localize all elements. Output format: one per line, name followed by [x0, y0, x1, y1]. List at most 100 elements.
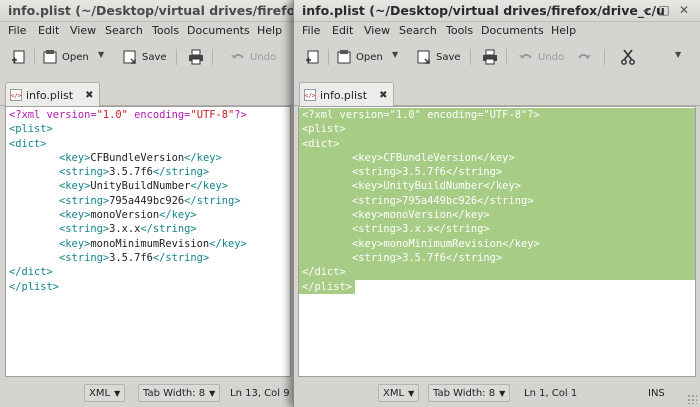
code-line: <dict>	[9, 137, 47, 150]
left-tab-label: info.plist	[26, 88, 74, 102]
left-open-button[interactable]: Open	[42, 48, 89, 66]
left-menubar: File Edit View Search Tools Documents He…	[0, 22, 296, 40]
right-tab-width-selector[interactable]: Tab Width: 8 ▼	[428, 384, 511, 402]
left-menu-search[interactable]: Search	[105, 24, 143, 37]
left-open-dropdown-arrow[interactable]: ▼	[98, 50, 104, 59]
left-titlebar[interactable]: info.plist (~/Desktop/virtual drives/fir…	[0, 0, 296, 22]
right-language-selector[interactable]: XML ▼	[378, 384, 420, 402]
right-save-button[interactable]: Save	[416, 48, 461, 66]
minimize-icon[interactable]: –	[639, 3, 653, 17]
close-tab-icon[interactable]: ✖	[85, 90, 93, 101]
left-undo-label: Undo	[250, 51, 277, 63]
selected-code-line: <plist>	[299, 122, 695, 137]
open-folder-icon	[337, 50, 351, 64]
left-toolbar-separator	[34, 49, 35, 65]
xml-file-icon: </>	[10, 89, 22, 101]
right-save-label: Save	[436, 51, 461, 63]
left-undo-button[interactable]: Undo	[230, 48, 276, 66]
redo-icon	[578, 54, 591, 59]
resize-grip[interactable]	[687, 394, 697, 404]
right-menu-edit[interactable]: Edit	[332, 24, 353, 37]
right-menu-help[interactable]: Help	[551, 24, 576, 37]
right-menu-search[interactable]: Search	[399, 24, 437, 37]
right-statusbar: XML ▼ Tab Width: 8 ▼ Ln 1, Col 1 INS	[294, 379, 700, 407]
left-save-label: Save	[142, 51, 167, 63]
right-print-button[interactable]	[482, 48, 498, 66]
code-line: <key>monoMinimumRevision</key>	[59, 237, 247, 250]
right-new-button[interactable]	[305, 48, 321, 66]
left-menu-help[interactable]: Help	[257, 24, 282, 37]
selected-code-line: <string>3.5.7f6</string>	[299, 250, 695, 266]
left-toolbar-separator	[212, 49, 213, 65]
right-open-dropdown-arrow[interactable]: ▼	[392, 50, 398, 59]
chevron-down-icon: ▼	[209, 388, 216, 398]
selected-code-line: <key>UnityBuildNumber</key>	[299, 179, 695, 194]
left-print-button[interactable]	[188, 48, 204, 66]
left-tabbar: </> info.plist ✖	[0, 76, 296, 107]
left-menu-documents[interactable]: Documents	[187, 24, 250, 37]
right-menubar: File Edit View Search Tools Documents He…	[294, 22, 700, 40]
maximize-icon[interactable]: □	[657, 3, 671, 17]
right-toolbar-separator	[506, 49, 507, 65]
left-window-title: info.plist (~/Desktop/virtual drives/fir…	[8, 3, 296, 18]
right-undo-button[interactable]: Undo	[518, 48, 564, 66]
left-document-tab[interactable]: </> info.plist ✖	[5, 82, 101, 107]
right-toolbar-overflow-arrow[interactable]: ▼	[675, 50, 681, 59]
left-menu-edit[interactable]: Edit	[38, 24, 59, 37]
new-document-icon	[12, 50, 25, 64]
save-icon	[123, 50, 136, 64]
right-toolbar: Open ▼ Save Undo ▼	[294, 40, 700, 76]
selected-code-line: <dict>	[299, 136, 695, 151]
selected-code-line: <?xml version="1.0" encoding="UTF-8"?>	[299, 108, 695, 123]
code-line: </plist>	[9, 280, 60, 293]
close-icon[interactable]: ✕	[677, 3, 691, 17]
left-tab-width-selector[interactable]: Tab Width: 8 ▼	[138, 384, 221, 402]
left-menu-file[interactable]: File	[8, 24, 26, 37]
left-text-editor[interactable]: <?xml version="1.0" encoding="UTF-8"?> <p…	[5, 106, 291, 377]
svg-text:</>: </>	[11, 93, 22, 100]
right-window-title: info.plist (~/Desktop/virtual drives/fir…	[302, 3, 665, 18]
right-menu-tools[interactable]: Tools	[446, 24, 473, 37]
code-line: <key>CFBundleVersion</key>	[59, 151, 222, 164]
right-titlebar[interactable]: info.plist (~/Desktop/virtual drives/fir…	[294, 0, 700, 22]
right-redo-button[interactable]	[576, 48, 592, 66]
left-language-selector[interactable]: XML ▼	[84, 384, 126, 402]
right-tab-label: info.plist	[320, 88, 368, 102]
right-text-editor[interactable]: <?xml version="1.0" encoding="UTF-8"?> <p…	[298, 106, 696, 377]
left-save-button[interactable]: Save	[122, 48, 167, 66]
right-cut-button[interactable]	[620, 48, 636, 66]
cut-icon	[621, 49, 635, 65]
right-open-label: Open	[356, 51, 383, 63]
left-tab-width-label: Tab Width: 8	[143, 387, 206, 399]
right-open-button[interactable]: Open	[336, 48, 383, 66]
left-new-button[interactable]	[11, 48, 27, 66]
left-toolbar: Open ▼ Save Undo	[0, 40, 296, 76]
chevron-down-icon: ▼	[408, 388, 415, 398]
left-menu-view[interactable]: View	[70, 24, 96, 37]
selected-code-line: <key>monoVersion</key>	[299, 208, 695, 223]
right-cursor-position: Ln 1, Col 1	[524, 387, 578, 399]
code-line: <string>3.5.7f6</string>	[59, 251, 210, 264]
right-toolbar-separator	[470, 49, 471, 65]
undo-icon	[231, 54, 244, 59]
right-menu-documents[interactable]: Documents	[481, 24, 544, 37]
right-document-tab[interactable]: </> info.plist ✖	[299, 82, 395, 107]
selected-code-line: <string>3.5.7f6</string>	[299, 165, 695, 180]
undo-icon	[519, 54, 532, 59]
left-menu-tools[interactable]: Tools	[152, 24, 179, 37]
code-line: </dict>	[9, 266, 53, 279]
right-undo-label: Undo	[538, 51, 565, 63]
right-tab-width-label: Tab Width: 8	[433, 387, 496, 399]
right-language-label: XML	[383, 387, 405, 399]
code-line: <plist>	[9, 123, 53, 136]
right-toolbar-separator	[604, 49, 605, 65]
selected-code-line: <string>795a449bc926</string>	[299, 193, 695, 209]
print-icon	[483, 49, 497, 65]
open-folder-icon	[43, 50, 57, 64]
close-tab-icon[interactable]: ✖	[379, 90, 387, 101]
code-line: <key>monoVersion</key>	[59, 209, 197, 222]
xml-file-icon: </>	[304, 89, 316, 101]
right-menu-view[interactable]: View	[364, 24, 390, 37]
right-menu-file[interactable]: File	[302, 24, 320, 37]
code-line: <string>795a449bc926</string>	[59, 194, 241, 207]
